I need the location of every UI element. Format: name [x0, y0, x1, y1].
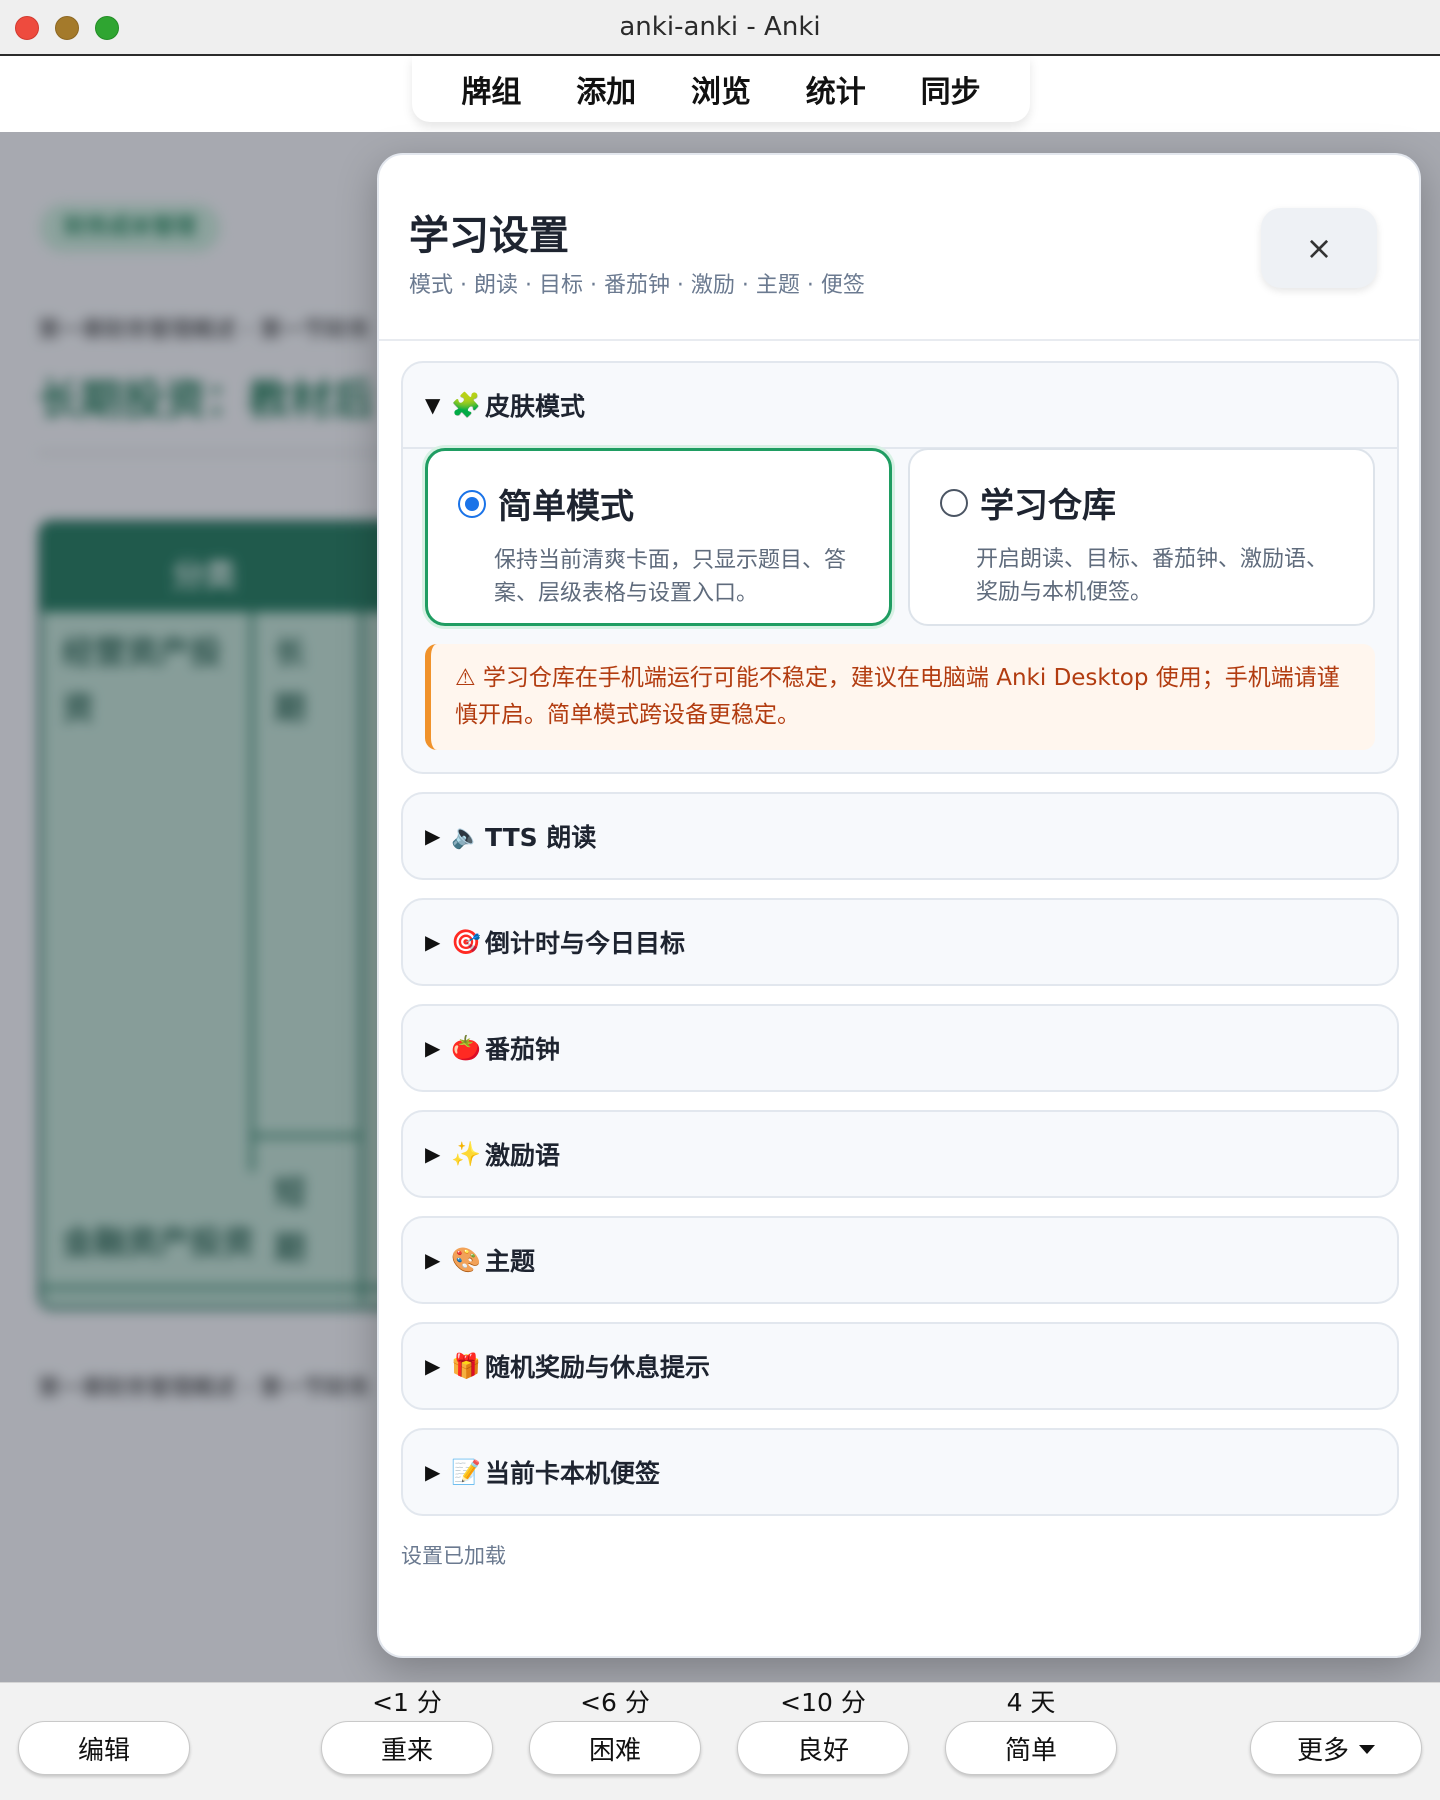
section-tts[interactable]: ▶ 🔈 TTS 朗读: [401, 792, 1399, 880]
mode-description: 开启朗读、目标、番茄钟、激励语、奖励与本机便签。: [976, 547, 1329, 605]
gift-icon: 🎁: [451, 1352, 481, 1380]
section-title: 主题: [485, 1247, 536, 1276]
edit-button[interactable]: 编辑: [18, 1721, 190, 1775]
section-header-skin-mode[interactable]: ▼ 🧩 皮肤模式: [403, 363, 1397, 449]
mode-card-simple[interactable]: 简单模式 保持当前清爽卡面，只显示题目、答案、层级表格与设置入口。: [425, 448, 893, 626]
memo-icon: 📝: [451, 1458, 481, 1486]
mode-name: 学习仓库: [980, 486, 1117, 526]
hard-button[interactable]: 困难: [529, 1721, 701, 1775]
collapsed-arrow-icon: ▶: [425, 824, 441, 848]
mode-name: 简单模式: [498, 487, 634, 527]
speaker-icon: 🔈: [451, 822, 481, 850]
main-toolbar: 牌组 添加 浏览 统计 同步: [412, 56, 1030, 122]
modal-subtitle: 模式 · 朗读 · 目标 · 番茄钟 · 激励 · 主题 · 便签: [409, 273, 865, 298]
again-button[interactable]: 重来: [321, 1721, 493, 1775]
modal-title: 学习设置: [409, 213, 569, 259]
radio-simple-mode[interactable]: [458, 489, 486, 518]
palette-icon: 🎨: [451, 1246, 481, 1274]
collapsed-arrow-icon: ▶: [425, 1036, 441, 1060]
section-title: 激励语: [485, 1141, 561, 1170]
interval-again: <1 分: [372, 1688, 442, 1717]
section-header-countdown-goal[interactable]: ▶ 🎯 倒计时与今日目标: [403, 900, 1397, 984]
section-title: 随机奖励与休息提示: [485, 1353, 711, 1382]
good-button[interactable]: 良好: [737, 1721, 909, 1775]
section-countdown-goal[interactable]: ▶ 🎯 倒计时与今日目标: [401, 898, 1399, 986]
modal-body: ▼ 🧩 皮肤模式 简单模式 保持当前清爽卡面，只显示题目、答案、层级表格与设置入…: [379, 341, 1419, 1656]
section-pomodoro[interactable]: ▶ 🍅 番茄钟: [401, 1004, 1399, 1092]
section-header-rewards[interactable]: ▶ 🎁 随机奖励与休息提示: [403, 1324, 1397, 1408]
more-label: 更多: [1296, 1735, 1349, 1766]
close-icon: ×: [1305, 229, 1333, 267]
mode-description: 保持当前清爽卡面，只显示题目、答案、层级表格与设置入口。: [494, 548, 847, 606]
interval-good: <10 分: [780, 1688, 866, 1717]
nav-browse[interactable]: 浏览: [683, 63, 759, 115]
section-rewards[interactable]: ▶ 🎁 随机奖励与休息提示: [401, 1322, 1399, 1410]
section-theme[interactable]: ▶ 🎨 主题: [401, 1216, 1399, 1304]
section-header-notes[interactable]: ▶ 📝 当前卡本机便签: [403, 1430, 1397, 1514]
nav-decks[interactable]: 牌组: [453, 63, 529, 115]
nav-sync[interactable]: 同步: [913, 63, 989, 115]
expanded-arrow-icon: ▼: [425, 393, 441, 417]
window-title: anki-anki - Anki: [619, 12, 821, 42]
section-title: 番茄钟: [485, 1035, 561, 1064]
section-skin-mode: ▼ 🧩 皮肤模式 简单模式 保持当前清爽卡面，只显示题目、答案、层级表格与设置入…: [401, 361, 1399, 774]
tomato-icon: 🍅: [451, 1034, 481, 1062]
mode-options: 简单模式 保持当前清爽卡面，只显示题目、答案、层级表格与设置入口。 学习仓库 开…: [403, 448, 1397, 626]
mode-card-study-warehouse[interactable]: 学习仓库 开启朗读、目标、番茄钟、激励语、奖励与本机便签。: [908, 448, 1375, 626]
radio-study-warehouse[interactable]: [940, 488, 969, 517]
collapsed-arrow-icon: ▶: [425, 1142, 441, 1166]
target-icon: 🎯: [451, 928, 481, 956]
section-title: 当前卡本机便签: [485, 1459, 661, 1488]
collapsed-arrow-icon: ▶: [425, 1460, 441, 1484]
collapsed-arrow-icon: ▶: [425, 930, 441, 954]
status-text: 设置已加载: [401, 1544, 506, 1568]
modal-header: 学习设置 模式 · 朗读 · 目标 · 番茄钟 · 激励 · 主题 · 便签 ×: [379, 155, 1419, 341]
section-title: TTS 朗读: [485, 823, 597, 852]
collapsed-arrow-icon: ▶: [425, 1248, 441, 1272]
answer-bar: 编辑 <1 分 重来 <6 分 困难 <10 分 良好 4 天 简单 更多: [0, 1682, 1440, 1800]
section-header-tts[interactable]: ▶ 🔈 TTS 朗读: [403, 794, 1397, 878]
section-title: 皮肤模式: [485, 392, 586, 421]
more-button[interactable]: 更多: [1250, 1721, 1422, 1775]
sparkles-icon: ✨: [451, 1140, 481, 1168]
section-motivation[interactable]: ▶ ✨ 激励语: [401, 1110, 1399, 1198]
section-header-theme[interactable]: ▶ 🎨 主题: [403, 1218, 1397, 1302]
section-notes[interactable]: ▶ 📝 当前卡本机便签: [401, 1428, 1399, 1516]
section-header-motivation[interactable]: ▶ ✨ 激励语: [403, 1112, 1397, 1196]
collapsed-arrow-icon: ▶: [425, 1354, 441, 1378]
puzzle-icon: 🧩: [451, 391, 481, 419]
nav-stats[interactable]: 统计: [798, 63, 874, 115]
interval-easy: 4 天: [1006, 1688, 1056, 1717]
interval-hard: <6 分: [580, 1688, 650, 1717]
nav-add[interactable]: 添加: [568, 63, 644, 115]
close-button[interactable]: ×: [1261, 208, 1377, 288]
mobile-warning: ⚠ 学习仓库在手机端运行可能不稳定，建议在电脑端 Anki Desktop 使用…: [425, 644, 1375, 750]
easy-button[interactable]: 简单: [945, 1721, 1117, 1775]
caret-down-icon: [1359, 1744, 1375, 1754]
study-settings-modal: 学习设置 模式 · 朗读 · 目标 · 番茄钟 · 激励 · 主题 · 便签 ×…: [377, 153, 1421, 1658]
section-title: 倒计时与今日目标: [485, 929, 686, 958]
window-titlebar: anki-anki - Anki: [0, 0, 1440, 56]
section-header-pomodoro[interactable]: ▶ 🍅 番茄钟: [403, 1006, 1397, 1090]
